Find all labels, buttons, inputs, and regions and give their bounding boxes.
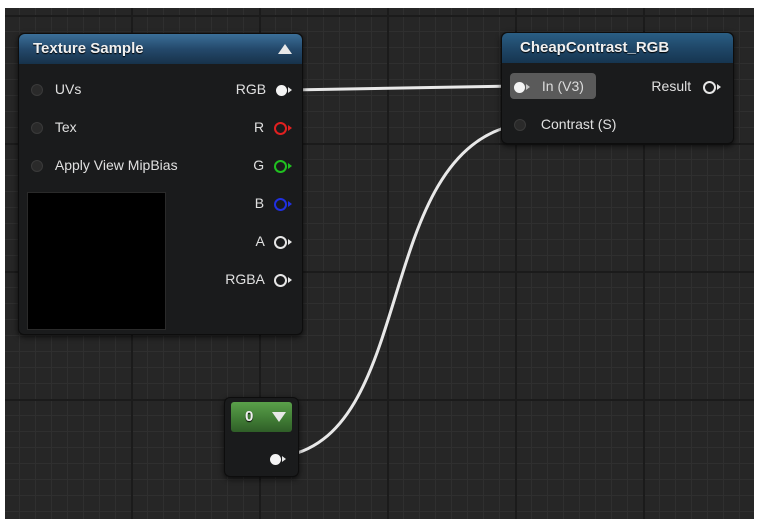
pin-ring-red-icon[interactable] [274, 121, 287, 135]
pin-arrow-icon [288, 163, 292, 170]
pin-ring-blue-icon[interactable] [274, 197, 287, 211]
pin-dot-icon[interactable] [31, 122, 43, 135]
pin-arrow-icon [288, 277, 292, 284]
pin-dot-icon[interactable] [514, 119, 526, 132]
constant-value: 0 [245, 408, 254, 425]
pin-label: RGBA [225, 271, 265, 287]
pin-label: Result [651, 78, 692, 94]
output-pin-a[interactable]: A [256, 231, 292, 251]
pin-ring-green-icon[interactable] [274, 159, 287, 173]
collapse-arrow-icon[interactable] [278, 44, 292, 54]
pin-ring-icon[interactable] [274, 235, 287, 249]
output-pin-rgba[interactable]: RGBA [225, 269, 292, 289]
pin-label: RGB [235, 81, 267, 97]
pin-label: Contrast (S) [540, 116, 617, 132]
output-pin-result[interactable]: Result [651, 76, 721, 96]
pin-dot-icon[interactable] [31, 160, 43, 173]
pin-arrow-icon [288, 201, 292, 208]
cheap-contrast-rgb-node[interactable]: CheapContrast_RGB In (V3) Contrast (S) R… [501, 32, 734, 144]
input-pin-apply-view-mipbias[interactable]: Apply View MipBias [31, 155, 178, 175]
node-title: CheapContrast_RGB [520, 39, 670, 56]
pin-label: B [254, 195, 265, 211]
input-pin-in-v3[interactable]: In (V3) [514, 76, 584, 96]
pin-label: Apply View MipBias [54, 157, 178, 173]
pin-connected-icon[interactable] [514, 81, 525, 93]
pin-label: R [253, 119, 265, 135]
cheap-contrast-header[interactable]: CheapContrast_RGB [502, 33, 733, 63]
input-pin-contrast-s[interactable]: Contrast (S) [514, 114, 616, 134]
pin-ring-icon[interactable] [703, 80, 716, 94]
pin-arrow-icon [526, 84, 530, 91]
output-pin-b[interactable]: B [255, 193, 292, 213]
pin-connected-icon[interactable] [270, 453, 281, 465]
input-pin-uvs[interactable]: UVs [31, 79, 81, 99]
pin-label: In (V3) [541, 78, 584, 94]
output-pin-g[interactable]: G [253, 155, 292, 175]
pin-label: UVs [54, 81, 82, 97]
constant-node[interactable]: 0 [224, 397, 299, 477]
pin-label: G [253, 157, 265, 173]
output-pin-constant[interactable] [270, 448, 286, 468]
texture-sample-header[interactable]: Texture Sample [19, 34, 302, 64]
input-pin-tex[interactable]: Tex [31, 117, 77, 137]
pin-dot-icon[interactable] [31, 84, 43, 97]
pin-arrow-icon [288, 87, 292, 94]
pin-label: Tex [54, 119, 77, 135]
texture-sample-node[interactable]: Texture Sample UVs Tex Apply View MipBia… [18, 33, 303, 335]
pin-label: A [255, 233, 265, 249]
output-pin-r[interactable]: R [254, 117, 292, 137]
pin-arrow-icon [288, 125, 292, 132]
pin-arrow-icon [282, 456, 286, 463]
output-pin-rgb[interactable]: RGB [236, 79, 292, 99]
pin-ring-icon[interactable] [274, 273, 287, 287]
dropdown-arrow-icon[interactable] [272, 412, 286, 422]
constant-header[interactable]: 0 [231, 402, 292, 432]
pin-arrow-icon [288, 239, 292, 246]
pin-arrow-icon [717, 84, 721, 91]
node-title: Texture Sample [33, 40, 144, 57]
pin-connected-icon[interactable] [276, 84, 287, 96]
texture-preview [27, 192, 166, 330]
